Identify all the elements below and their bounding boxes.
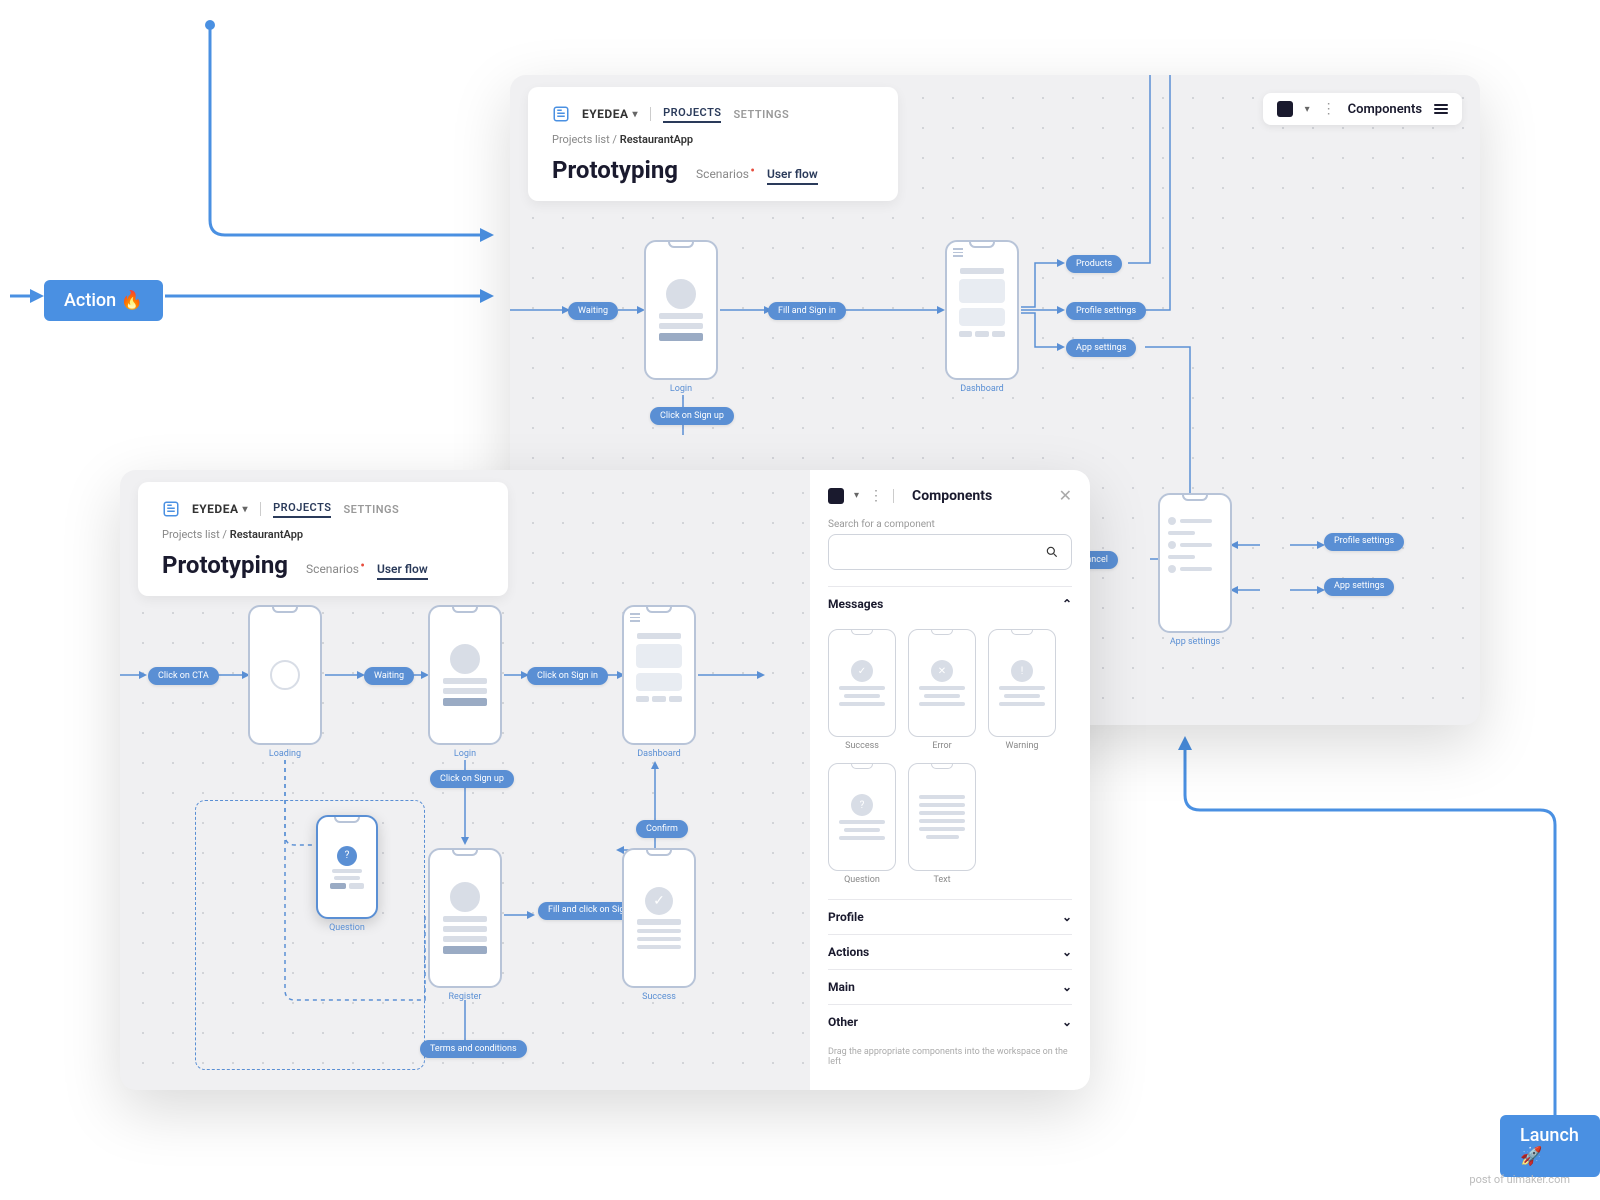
section-profile[interactable]: Profile⌄ — [828, 899, 1072, 934]
selection-box[interactable] — [195, 800, 425, 1070]
phone-register[interactable]: Register — [428, 848, 502, 988]
tag-profile[interactable]: Profile settings — [1066, 302, 1146, 320]
tab-userflow[interactable]: User flow — [767, 167, 818, 185]
search-icon[interactable] — [1045, 545, 1059, 559]
tab-scenarios[interactable]: Scenarios• — [696, 167, 749, 181]
more-icon[interactable]: ⋮ — [869, 488, 883, 504]
tag-fillsign[interactable]: Fill and Sign in — [768, 302, 846, 320]
page-title: Prototyping — [162, 551, 288, 579]
label-login: Login — [454, 749, 476, 759]
tag-confirm[interactable]: Confirm — [636, 820, 688, 838]
chevron-down-icon: ▾ — [854, 490, 859, 501]
toolbar-back: ▾ ⋮ Components — [1263, 93, 1462, 125]
tag-clicksignup[interactable]: Click on Sign up — [650, 407, 734, 425]
phone-success[interactable]: ✓ Success — [622, 848, 696, 988]
phone-question[interactable]: ? Question — [316, 815, 378, 919]
action-pill: Action 🔥 — [44, 280, 163, 321]
chevron-down-icon: ⌄ — [1062, 1015, 1072, 1029]
tag-waiting[interactable]: Waiting — [364, 667, 414, 685]
header-card-front: EYEDEA▾ PROJECTS SETTINGS Projects list … — [138, 482, 508, 596]
phone-login-front[interactable]: Login — [428, 605, 502, 745]
components-panel: ▾ ⋮ Components ✕ Search for a component … — [810, 470, 1090, 1090]
section-messages[interactable]: Messages⌃ — [828, 586, 1072, 621]
page-title: Prototyping — [552, 156, 678, 184]
chevron-down-icon: ▾ — [633, 109, 639, 120]
nav-projects[interactable]: PROJECTS — [273, 501, 331, 518]
label-dashboard: Dashboard — [960, 384, 1004, 394]
launch-pill: Launch 🚀 — [1500, 1115, 1600, 1177]
label-loading: Loading — [269, 749, 301, 759]
messages-grid: ✓ Success ✕ Error ! Warning ? Question T… — [828, 621, 1072, 899]
tag-app2[interactable]: App settings — [1324, 578, 1394, 596]
tag-cta[interactable]: Click on CTA — [148, 667, 219, 685]
component-warning[interactable]: ! Warning — [988, 629, 1056, 751]
search-label: Search for a component — [828, 519, 1072, 530]
phone-dashboard-back[interactable]: Dashboard — [945, 240, 1019, 380]
phone-login-back[interactable]: Login — [644, 240, 718, 380]
chevron-down-icon: ⌄ — [1062, 980, 1072, 994]
chevron-down-icon: ⌄ — [1062, 910, 1072, 924]
front-window: Click on CTA Waiting Click on Sign in Cl… — [120, 470, 1090, 1090]
component-success[interactable]: ✓ Success — [828, 629, 896, 751]
tag-terms[interactable]: Terms and conditions — [420, 1040, 527, 1058]
tag-signup[interactable]: Click on Sign up — [430, 770, 514, 788]
chevron-up-icon: ⌃ — [1062, 597, 1072, 611]
section-main[interactable]: Main⌄ — [828, 969, 1072, 1004]
component-question[interactable]: ? Question — [828, 763, 896, 885]
breadcrumb-root[interactable]: Projects list — [552, 133, 610, 146]
component-error[interactable]: ✕ Error — [908, 629, 976, 751]
header-card-back: EYEDEA▾ PROJECTS SETTINGS Projects list … — [528, 87, 898, 201]
nav-projects[interactable]: PROJECTS — [663, 106, 721, 123]
label-register: Register — [449, 992, 482, 1002]
chevron-down-icon: ▾ — [243, 504, 249, 515]
more-icon[interactable]: ⋮ — [1322, 101, 1336, 117]
phone-dashboard-front[interactable]: Dashboard — [622, 605, 696, 745]
label-question: Question — [329, 923, 365, 933]
brand-button[interactable]: EYEDEA▾ — [192, 502, 248, 516]
phone-loading[interactable]: Loading — [248, 605, 322, 745]
color-swatch[interactable] — [1277, 101, 1293, 117]
component-text[interactable]: Text — [908, 763, 976, 885]
close-icon[interactable]: ✕ — [1059, 486, 1072, 505]
logo-icon — [552, 105, 570, 123]
tag-signin[interactable]: Click on Sign in — [527, 667, 608, 685]
color-swatch[interactable] — [828, 488, 844, 504]
breadcrumb: Projects list / RestaurantApp — [552, 133, 874, 146]
chevron-down-icon: ▾ — [1305, 104, 1310, 115]
section-other[interactable]: Other⌄ — [828, 1004, 1072, 1039]
brand-button[interactable]: EYEDEA▾ — [582, 107, 638, 121]
label-success: Success — [642, 992, 676, 1002]
logo-icon — [162, 500, 180, 518]
breadcrumb-current[interactable]: RestaurantApp — [230, 528, 303, 541]
components-button[interactable]: Components — [1348, 102, 1422, 117]
nav-settings[interactable]: SETTINGS — [733, 108, 789, 121]
breadcrumb-current[interactable]: RestaurantApp — [620, 133, 693, 146]
tag-appset[interactable]: App settings — [1066, 339, 1136, 357]
chevron-down-icon: ⌄ — [1062, 945, 1072, 959]
search-input-wrapper — [828, 534, 1072, 570]
tag-products[interactable]: Products — [1066, 255, 1122, 273]
tag-profile2[interactable]: Profile settings — [1324, 533, 1404, 551]
label-appsettings: App settings — [1170, 637, 1220, 647]
phone-appsettings-back[interactable]: App settings — [1158, 493, 1232, 633]
panel-title: Components — [912, 488, 1049, 504]
tab-scenarios[interactable]: Scenarios• — [306, 562, 359, 576]
tag-waiting[interactable]: Waiting — [568, 302, 618, 320]
tab-userflow[interactable]: User flow — [377, 562, 428, 580]
action-label: Action 🔥 — [64, 290, 143, 311]
list-icon[interactable] — [1434, 104, 1448, 114]
label-dashboard: Dashboard — [637, 749, 681, 759]
search-input[interactable] — [841, 545, 1045, 559]
section-actions[interactable]: Actions⌄ — [828, 934, 1072, 969]
nav-settings[interactable]: SETTINGS — [343, 503, 399, 516]
launch-label: Launch 🚀 — [1520, 1125, 1580, 1167]
breadcrumb-root[interactable]: Projects list — [162, 528, 220, 541]
panel-hint: Drag the appropriate components into the… — [828, 1039, 1072, 1067]
footer-credit: post of uimaker.com — [1469, 1173, 1570, 1186]
breadcrumb: Projects list / RestaurantApp — [162, 528, 484, 541]
label-login: Login — [670, 384, 692, 394]
